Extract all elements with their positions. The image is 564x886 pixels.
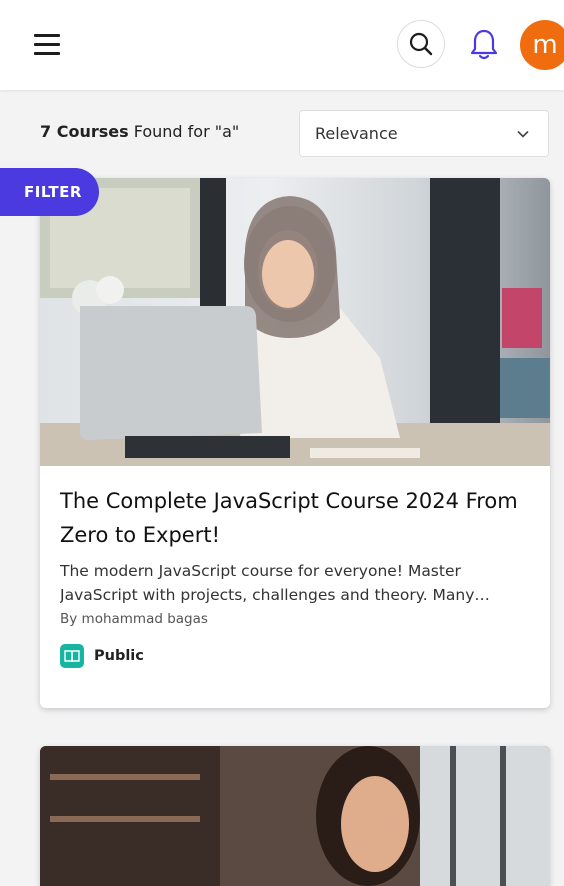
course-count: 7 Courses	[40, 122, 129, 141]
course-thumbnail	[40, 746, 550, 886]
hamburger-menu-icon[interactable]	[34, 34, 60, 56]
sort-selected-value: Relevance	[315, 124, 398, 143]
search-query-text: Found for "a"	[128, 122, 240, 141]
chevron-down-icon	[517, 130, 529, 138]
app-header: m	[0, 0, 564, 90]
course-title[interactable]: The Complete JavaScript Course 2024 From…	[60, 484, 530, 552]
course-thumbnail	[40, 178, 550, 466]
sort-dropdown[interactable]: Relevance	[299, 110, 549, 157]
avatar[interactable]: m	[520, 20, 564, 70]
book-icon	[60, 644, 84, 668]
search-button[interactable]	[397, 20, 445, 68]
visibility-badge: Public	[60, 644, 144, 668]
course-card[interactable]	[40, 746, 550, 886]
course-author: By mohammad bagas	[60, 611, 208, 627]
search-icon	[409, 32, 433, 56]
filter-button[interactable]: FILTER	[0, 168, 99, 216]
avatar-initial: m	[532, 30, 558, 60]
course-description: The modern JavaScript course for everyon…	[60, 562, 475, 604]
bell-icon	[470, 29, 498, 60]
visibility-label: Public	[94, 648, 144, 664]
result-count: 7 Courses Found for "a"	[40, 122, 239, 141]
notification-button[interactable]	[466, 26, 502, 64]
course-card[interactable]: The Complete JavaScript Course 2024 From…	[40, 178, 550, 708]
filter-label: FILTER	[24, 183, 82, 201]
